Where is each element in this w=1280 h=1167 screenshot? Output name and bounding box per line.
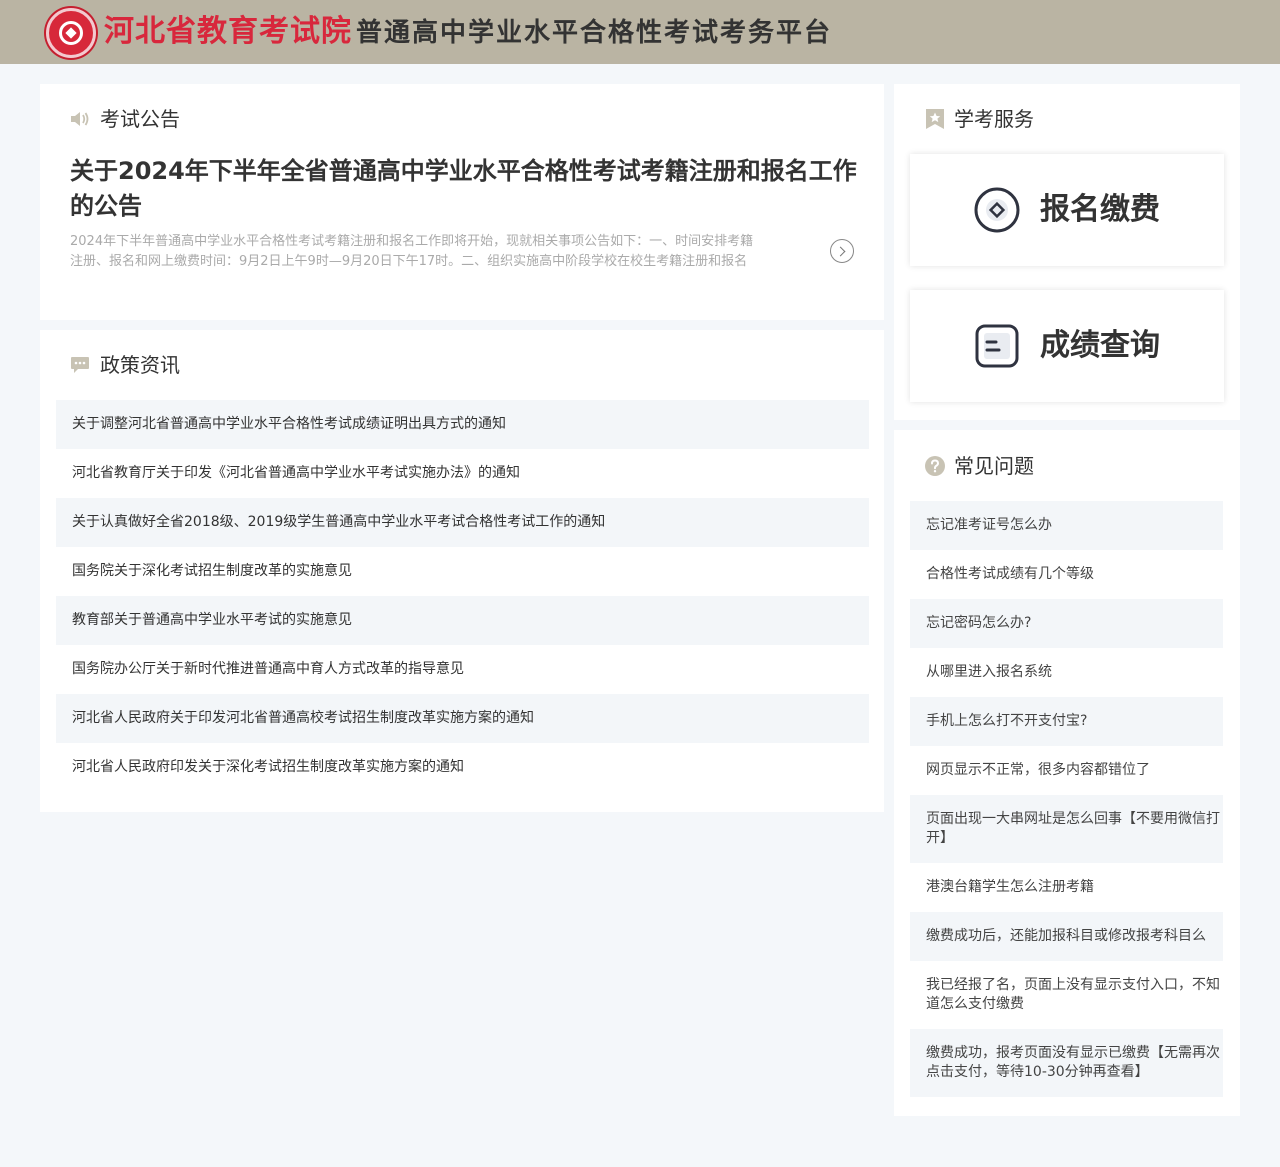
score-sheet-icon (974, 323, 1020, 369)
policy-item[interactable]: 教育部关于普通高中学业水平考试的实施意见 (56, 596, 869, 645)
policy-item[interactable]: 国务院关于深化考试招生制度改革的实施意见 (56, 547, 869, 596)
faq-item[interactable]: 网页显示不正常，很多内容都错位了 (910, 746, 1223, 795)
notice-section-title: 考试公告 (100, 107, 180, 131)
exam-institute-seal-logo[interactable] (46, 8, 96, 58)
faq-item[interactable]: 从哪里进入报名系统 (910, 648, 1223, 697)
policy-news-card: 政策资讯 关于调整河北省普通高中学业水平合格性考试成绩证明出具方式的通知 河北省… (40, 330, 884, 812)
faq-item[interactable]: 页面出现一大串网址是怎么回事【不要用微信打开】 (910, 795, 1223, 863)
policy-item[interactable]: 关于调整河北省普通高中学业水平合格性考试成绩证明出具方式的通知 (56, 400, 869, 449)
faq-card: 常见问题 忘记准考证号怎么办 合格性考试成绩有几个等级 忘记密码怎么办? 从哪里… (894, 430, 1240, 1116)
faq-item[interactable]: 我已经报了名，页面上没有显示支付入口，不知道怎么支付缴费 (910, 961, 1223, 1029)
chevron-right-icon[interactable] (830, 239, 854, 263)
coin-icon (974, 187, 1020, 233)
faq-item[interactable]: 忘记密码怎么办? (910, 599, 1223, 648)
policy-item[interactable]: 关于认真做好全省2018级、2019级学生普通高中学业水平考试合格性考试工作的通… (56, 498, 869, 547)
policy-list: 关于调整河北省普通高中学业水平合格性考试成绩证明出具方式的通知 河北省教育厅关于… (56, 400, 869, 792)
faq-item[interactable]: 缴费成功，报考页面没有显示已缴费【无需再次点击支付，等待10-30分钟再查看】 (910, 1029, 1223, 1097)
score-query-button[interactable]: 成绩查询 (910, 290, 1224, 402)
faq-item[interactable]: 缴费成功后，还能加报科目或修改报考科目么 (910, 912, 1223, 961)
notice-headline-link[interactable]: 关于2024年下半年全省普通高中学业水平合格性考试考籍注册和报名工作的公告 (70, 154, 860, 224)
register-pay-label: 报名缴费 (1040, 192, 1160, 227)
exam-service-card: 学考服务 报名缴费 成绩查询 (894, 84, 1240, 420)
policy-section-title: 政策资讯 (100, 353, 180, 377)
score-query-label: 成绩查询 (1040, 328, 1160, 363)
faq-section-title: 常见问题 (954, 454, 1034, 478)
question-circle-icon (925, 456, 945, 480)
service-section-title: 学考服务 (954, 107, 1034, 131)
platform-name: 普通高中学业水平合格性考试考务平台 (356, 18, 833, 48)
policy-item[interactable]: 河北省人民政府关于印发河北省普通高校考试招生制度改革实施方案的通知 (56, 694, 869, 743)
speaker-icon (70, 110, 90, 132)
policy-item[interactable]: 国务院办公厅关于新时代推进普通高中育人方式改革的指导意见 (56, 645, 869, 694)
faq-item[interactable]: 港澳台籍学生怎么注册考籍 (910, 863, 1223, 912)
policy-item[interactable]: 河北省人民政府印发关于深化考试招生制度改革实施方案的通知 (56, 743, 869, 792)
faq-list: 忘记准考证号怎么办 合格性考试成绩有几个等级 忘记密码怎么办? 从哪里进入报名系… (910, 501, 1223, 1097)
org-name[interactable]: 河北省教育考试院 (104, 12, 352, 52)
policy-item[interactable]: 河北省教育厅关于印发《河北省普通高中学业水平考试实施办法》的通知 (56, 449, 869, 498)
site-header: 河北省教育考试院 普通高中学业水平合格性考试考务平台 (0, 0, 1280, 64)
faq-item[interactable]: 手机上怎么打不开支付宝? (910, 697, 1223, 746)
faq-item[interactable]: 忘记准考证号怎么办 (910, 501, 1223, 550)
bookmark-star-icon (926, 109, 944, 133)
chat-bubble-icon (70, 356, 90, 378)
notice-summary: 2024年下半年普通高中学业水平合格性考试考籍注册和报名工作即将开始，现就相关事… (70, 234, 754, 269)
register-pay-button[interactable]: 报名缴费 (910, 154, 1224, 266)
faq-item[interactable]: 合格性考试成绩有几个等级 (910, 550, 1223, 599)
exam-notice-card: 考试公告 关于2024年下半年全省普通高中学业水平合格性考试考籍注册和报名工作的… (40, 84, 884, 320)
